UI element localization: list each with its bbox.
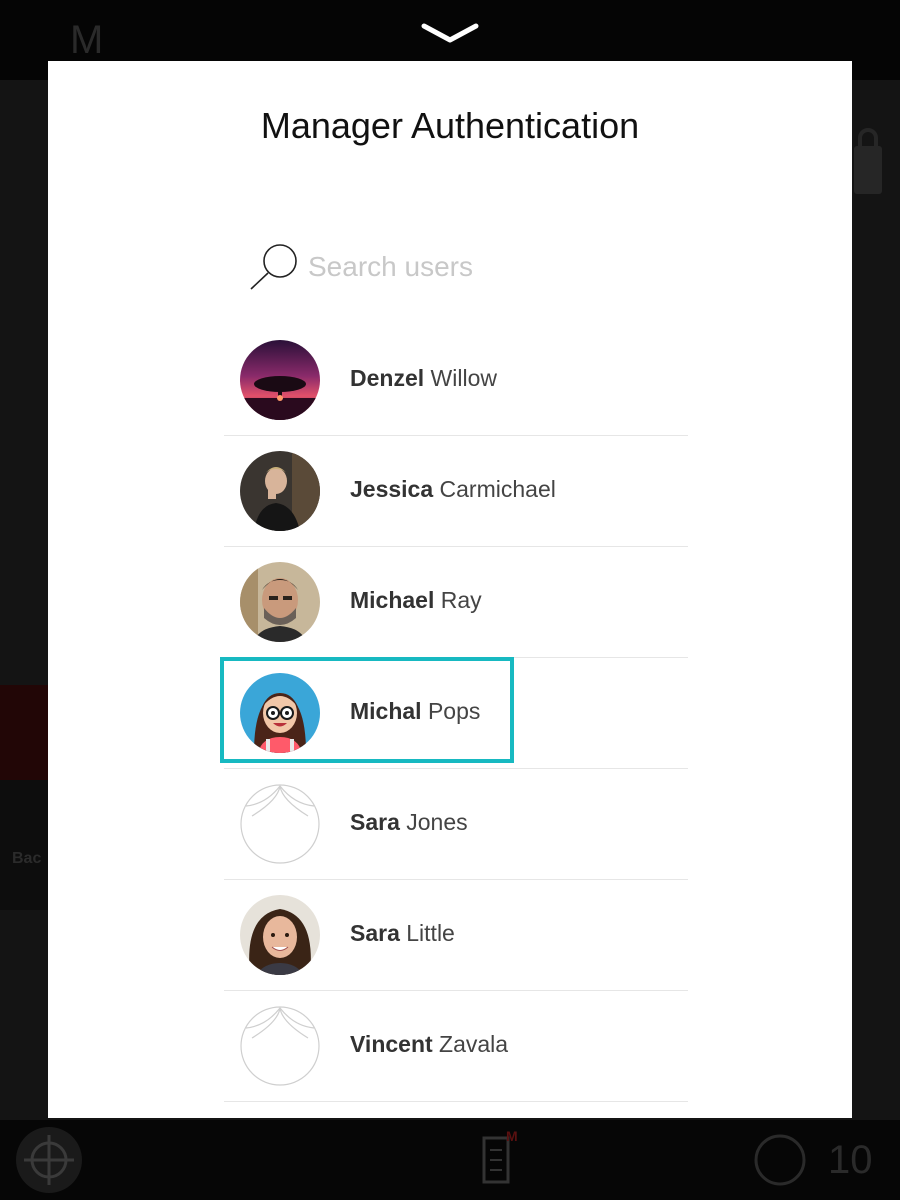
user-last-name: Pops [427,698,481,724]
user-name: Denzel Willow [350,365,497,392]
search-icon [250,244,297,290]
document-icon [482,1136,510,1184]
dialog-title: Manager Authentication [260,105,640,146]
avatar [240,784,320,864]
user-first-name: Sara [350,920,400,946]
user-last-name: Carmichael [439,476,556,502]
background-left-band [0,780,48,910]
notification-badge: M [506,1128,518,1144]
user-name: Vincent Zavala [350,1031,508,1058]
background-left-label: Bac [12,850,42,867]
screen: M Bac M 10 Manager Authentication Search… [0,0,900,1200]
user-name: Jessica Carmichael [350,476,556,503]
target-icon [16,1127,82,1193]
lock-icon [854,128,882,194]
user-row-denzel-willow[interactable]: Denzel Willow [224,325,688,436]
avatar [240,562,320,642]
default-avatar-icon [240,1006,320,1086]
user-row-vincent-zavala[interactable]: Vincent Zavala [224,991,688,1102]
default-avatar-icon [240,784,320,864]
user-row-michal-pops[interactable]: Michal Pops [224,658,688,769]
avatar [240,340,320,420]
user-name: Sara Little [350,920,455,947]
user-list: Denzel Willow Jessica Carmichael Michael… [224,325,688,1102]
user-row-michael-ray[interactable]: Michael Ray [224,547,688,658]
user-last-name: Jones [406,809,468,835]
avatar [240,895,320,975]
user-name: Michal Pops [350,698,480,725]
background-red-panel [0,685,48,780]
user-row-sara-jones[interactable]: Sara Jones [224,769,688,880]
background-logo: M [70,18,104,62]
user-first-name: Denzel [350,365,425,391]
search-bar [248,241,688,293]
user-name: Michael Ray [350,587,482,614]
user-row-jessica-carmichael[interactable]: Jessica Carmichael [224,436,688,547]
user-first-name: Jessica [350,476,434,502]
avatar [240,451,320,531]
clock-icon [754,1134,806,1186]
manager-authentication-dialog: Manager Authentication Search users Denz… [48,61,852,1118]
user-first-name: Michael [350,587,435,613]
person-photo-icon [240,895,320,975]
user-last-name: Zavala [439,1031,509,1057]
user-last-name: Little [406,920,455,946]
person-photo-icon [240,451,320,531]
cartoon-girl-glasses-icon [240,673,320,753]
chevron-down-icon[interactable] [418,16,482,48]
sunset-tree-icon [240,340,320,420]
avatar [240,673,320,753]
user-last-name: Willow [430,365,497,391]
user-first-name: Sara [350,809,400,835]
avatar [240,1006,320,1086]
user-first-name: Michal [350,698,422,724]
person-photo-icon [240,562,320,642]
background-count: 10 [828,1138,873,1182]
user-row-sara-little[interactable]: Sara Little [224,880,688,991]
search-input[interactable] [308,249,668,285]
user-last-name: Ray [440,587,482,613]
user-first-name: Vincent [350,1031,433,1057]
user-name: Sara Jones [350,809,468,836]
